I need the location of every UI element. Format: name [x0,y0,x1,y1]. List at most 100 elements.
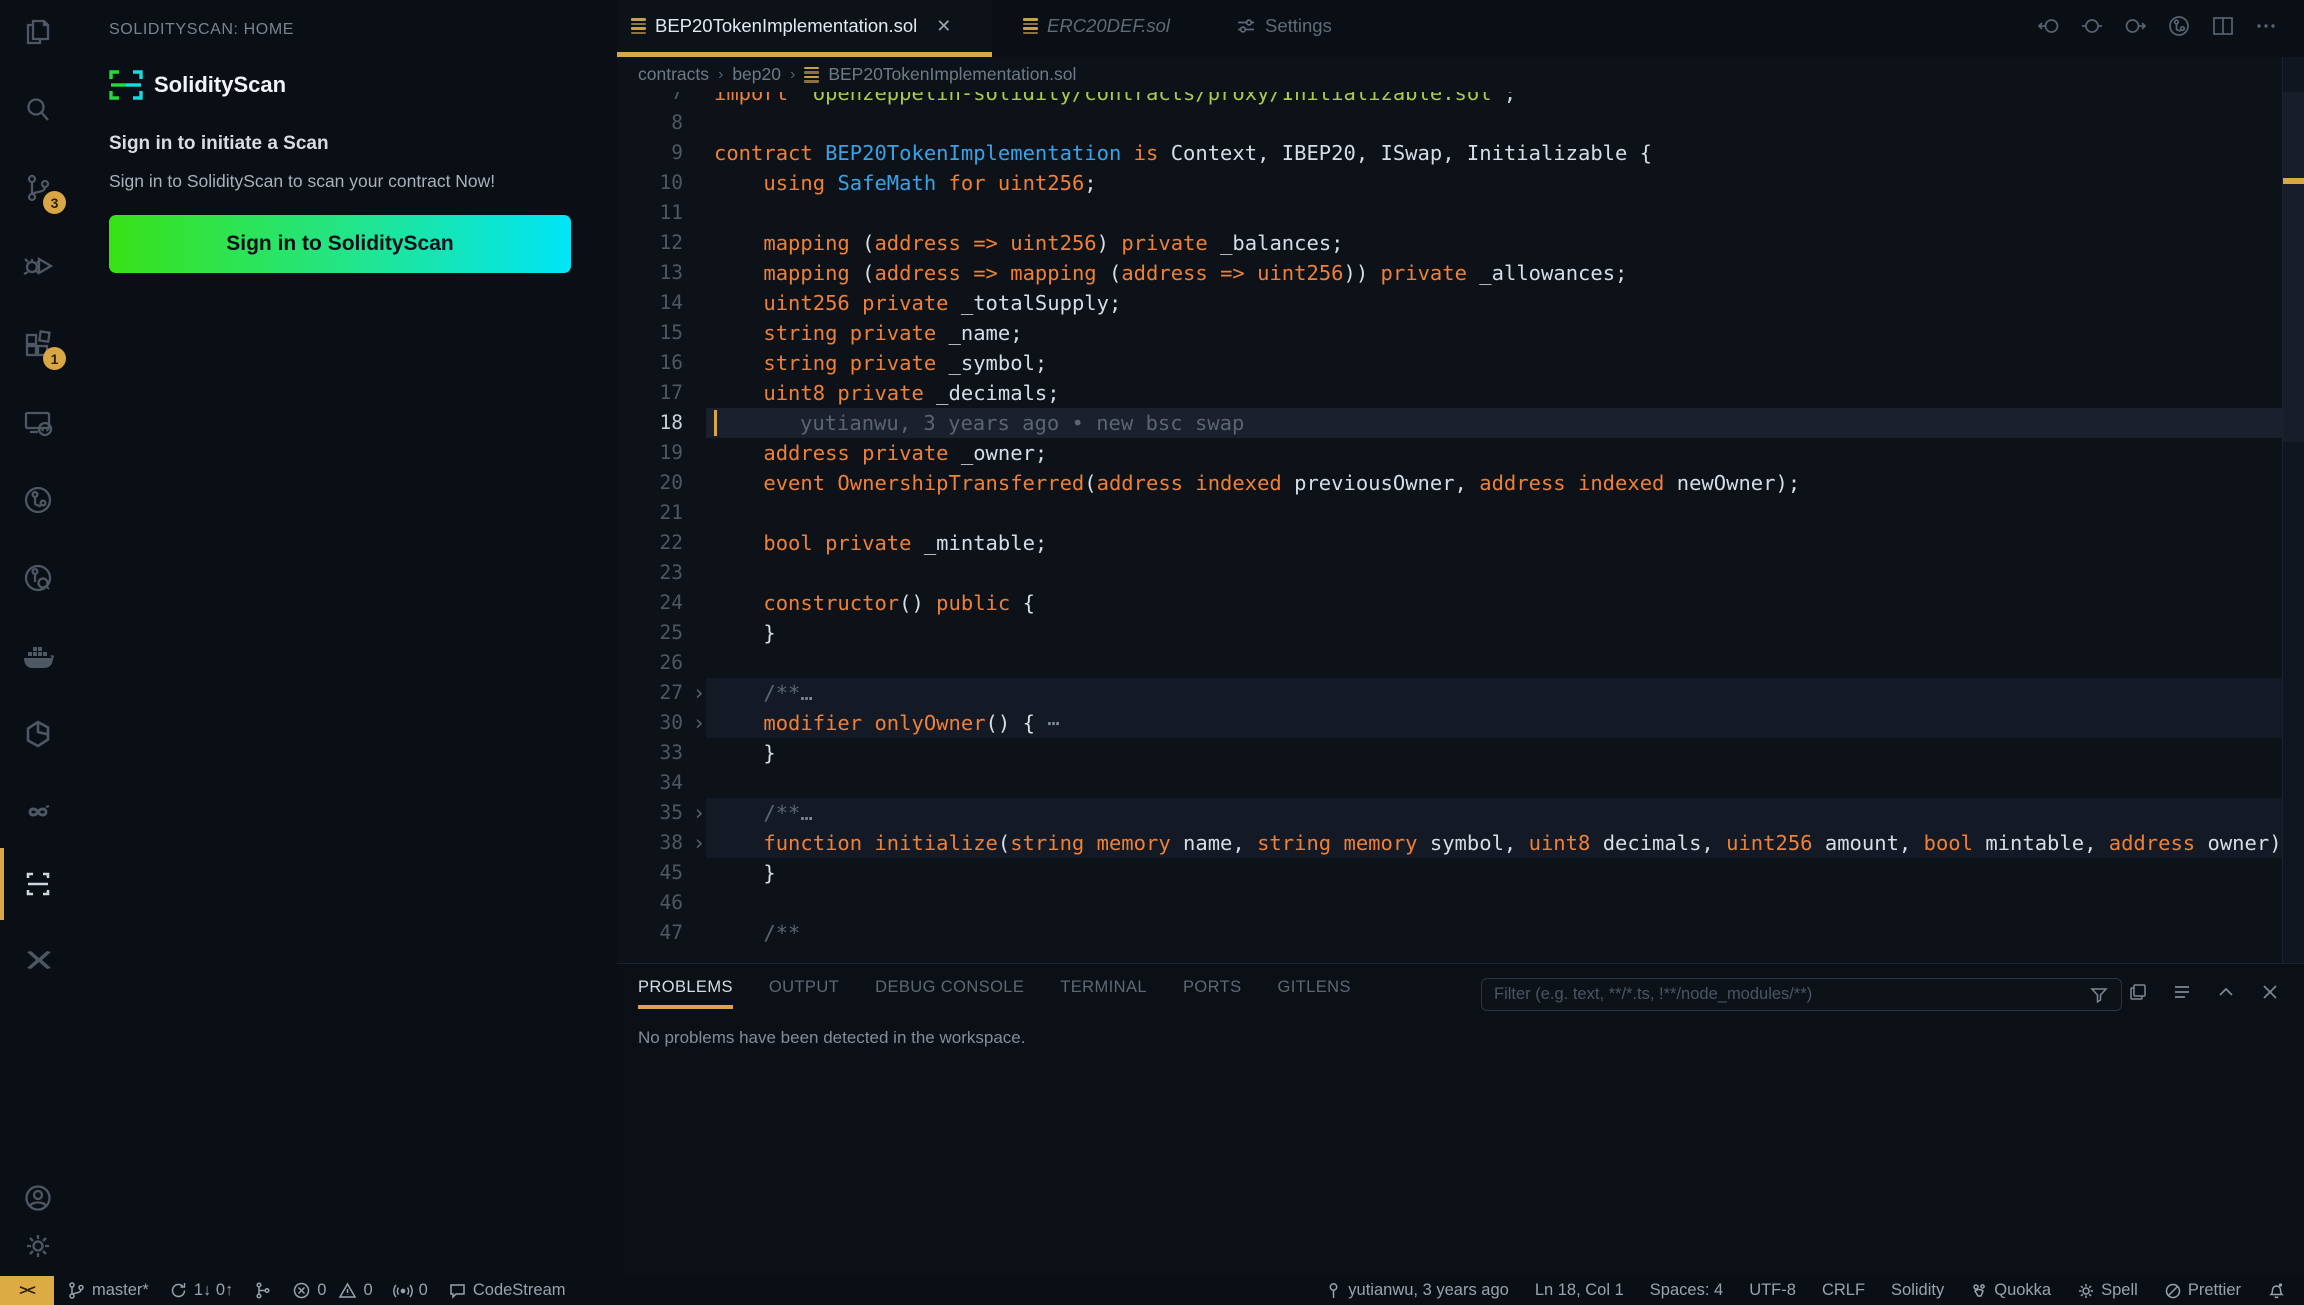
fold-chevron-icon[interactable]: › [689,798,709,828]
manage-gear-icon[interactable] [0,1214,76,1278]
split-editor-icon[interactable] [2211,14,2235,38]
remote-indicator[interactable]: >< [0,1276,54,1305]
git-graph-status-icon[interactable] [253,1281,272,1300]
code-line-13[interactable]: 13 mapping (address => mapping (address … [617,258,2304,288]
code-line-30[interactable]: 30› modifier onlyOwner() { ⋯ [617,708,2304,738]
prettier-status[interactable]: Prettier [2164,1281,2241,1300]
notifications-bell-icon[interactable] [2267,1281,2286,1300]
code-line-20[interactable]: 20 event OwnershipTransferred(address in… [617,468,2304,498]
fold-chevron-icon[interactable]: › [689,828,709,858]
sync-status[interactable]: 1↓ 0↑ [169,1281,233,1300]
code-line-46[interactable]: 46 [617,888,2304,918]
signin-heading: Sign in to initiate a Scan [109,133,329,155]
filter-funnel-icon [2089,985,2109,1005]
codestream-status[interactable]: CodeStream [448,1281,566,1300]
code-line-12[interactable]: 12 mapping (address => uint256) private … [617,228,2304,258]
panel-tabs: PROBLEMS OUTPUT DEBUG CONSOLE TERMINAL PORTS… [638,978,1351,1009]
code-line-24[interactable]: 24 constructor() public { [617,588,2304,618]
eol-status[interactable]: CRLF [1822,1281,1865,1300]
code-line-45[interactable]: 45 } [617,858,2304,888]
code-line-38[interactable]: 38› function initialize(string memory na… [617,828,2304,858]
code-line-11[interactable]: 11 [617,198,2304,228]
code-line-26[interactable]: 26 [617,648,2304,678]
gitlens-inspect-icon[interactable] [0,546,76,610]
code-line-19[interactable]: 19 address private _owner; [617,438,2304,468]
code-line-10[interactable]: 10 using SafeMath for uint256; [617,168,2304,198]
run-debug-icon[interactable] [0,234,76,298]
problems-status[interactable]: 0 0 [292,1281,372,1300]
infinity-icon[interactable] [0,780,76,844]
gitlens-graph-icon[interactable] [2166,13,2192,39]
panel-menu-icon[interactable] [2172,982,2192,1002]
navigate-current-icon[interactable] [2080,14,2104,38]
code-line-35[interactable]: 35› /**… [617,798,2304,828]
branch-status[interactable]: master* [67,1281,149,1300]
code-line-9[interactable]: 9contract BEP20TokenImplementation is Co… [617,138,2304,168]
panel-tab-gitlens[interactable]: GITLENS [1277,978,1350,1009]
remote-explorer-icon[interactable] [0,390,76,454]
status-right: yutianwu, 3 years ago Ln 18, Col 1 Space… [1325,1281,2304,1300]
problems-filter-input[interactable]: Filter (e.g. text, **/*.ts, !**/node_mod… [1481,978,2122,1011]
more-actions-icon[interactable] [2254,14,2278,38]
package-cube-icon[interactable] [0,702,76,766]
brand-label: SolidityScan [154,72,286,98]
code-line-14[interactable]: 14 uint256 private _totalSupply; [617,288,2304,318]
panel-tab-ports[interactable]: PORTS [1183,978,1242,1009]
quokka-status[interactable]: Quokka [1970,1281,2051,1300]
solidityscan-activity-icon[interactable] [0,852,76,916]
panel-maximize-icon[interactable] [2216,982,2236,1002]
fold-chevron-icon[interactable]: › [689,708,709,738]
chevron-right-icon: › [790,66,795,84]
blame-status[interactable]: yutianwu, 3 years ago [1325,1281,1509,1300]
code-line-47[interactable]: 47 /** [617,918,2304,948]
search-icon[interactable] [0,78,76,142]
breadcrumb-file[interactable]: BEP20TokenImplementation.sol [828,64,1076,85]
cursor-position[interactable]: Ln 18, Col 1 [1535,1281,1624,1300]
explorer-icon[interactable] [0,0,76,64]
editor-group: 7import "openzeppelin-solidity/contracts… [617,0,2304,963]
breadcrumb[interactable]: contracts › bep20 › BEP20TokenImplementation… [617,57,2282,92]
fold-chevron-icon[interactable]: › [689,678,709,708]
overview-ruler[interactable] [2282,57,2304,963]
vscode-window: 3 1 [0,0,2304,1305]
encoding-status[interactable]: UTF-8 [1749,1281,1796,1300]
signin-button[interactable]: Sign in to SolidityScan [109,215,571,273]
panel-close-icon[interactable] [2260,982,2280,1002]
docker-icon[interactable] [0,624,76,688]
chevron-right-icon: › [718,66,723,84]
panel-tab-output[interactable]: OUTPUT [769,978,839,1009]
x-extension-icon[interactable] [0,928,76,992]
panel-tab-terminal[interactable]: TERMINAL [1060,978,1147,1009]
breadcrumb-item[interactable]: bep20 [732,64,781,85]
code-line-21[interactable]: 21 [617,498,2304,528]
views-and-more-icon[interactable] [2128,982,2148,1002]
code-line-16[interactable]: 16 string private _symbol; [617,348,2304,378]
code-line-15[interactable]: 15 string private _name; [617,318,2304,348]
indentation-status[interactable]: Spaces: 4 [1650,1281,1723,1300]
extensions-icon[interactable]: 1 [0,312,76,376]
panel-tab-debug-console[interactable]: DEBUG CONSOLE [875,978,1024,1009]
scrollbar-slider[interactable] [2283,92,2304,442]
code-line-8[interactable]: 8 [617,108,2304,138]
code-line-27[interactable]: 27› /**… [617,678,2304,708]
code-line-23[interactable]: 23 [617,558,2304,588]
status-bar: >< master* 1↓ 0↑ 0 0 0 [0,1276,2304,1305]
signin-description: Sign in to SolidityScan to scan your con… [109,171,495,192]
navigate-forward-icon[interactable] [2123,14,2147,38]
code-line-18[interactable]: 18yutianwu, 3 years ago • new bsc swap [617,408,2304,438]
code-line-33[interactable]: 33 } [617,738,2304,768]
code-line-17[interactable]: 17 uint8 private _decimals; [617,378,2304,408]
inline-blame-annotation: yutianwu, 3 years ago • new bsc swap [800,408,1244,438]
code-line-34[interactable]: 34 [617,768,2304,798]
panel-tab-problems[interactable]: PROBLEMS [638,978,733,1009]
spell-checker-status[interactable]: Spell [2077,1281,2138,1300]
language-mode[interactable]: Solidity [1891,1281,1944,1300]
gitlens-icon[interactable] [0,468,76,532]
breadcrumb-item[interactable]: contracts [638,64,709,85]
navigate-back-icon[interactable] [2037,14,2061,38]
code-area[interactable]: 7import "openzeppelin-solidity/contracts… [617,0,2304,963]
code-line-25[interactable]: 25 } [617,618,2304,648]
source-control-icon[interactable]: 3 [0,156,76,220]
code-line-22[interactable]: 22 bool private _mintable; [617,528,2304,558]
ports-status[interactable]: 0 [393,1281,428,1300]
